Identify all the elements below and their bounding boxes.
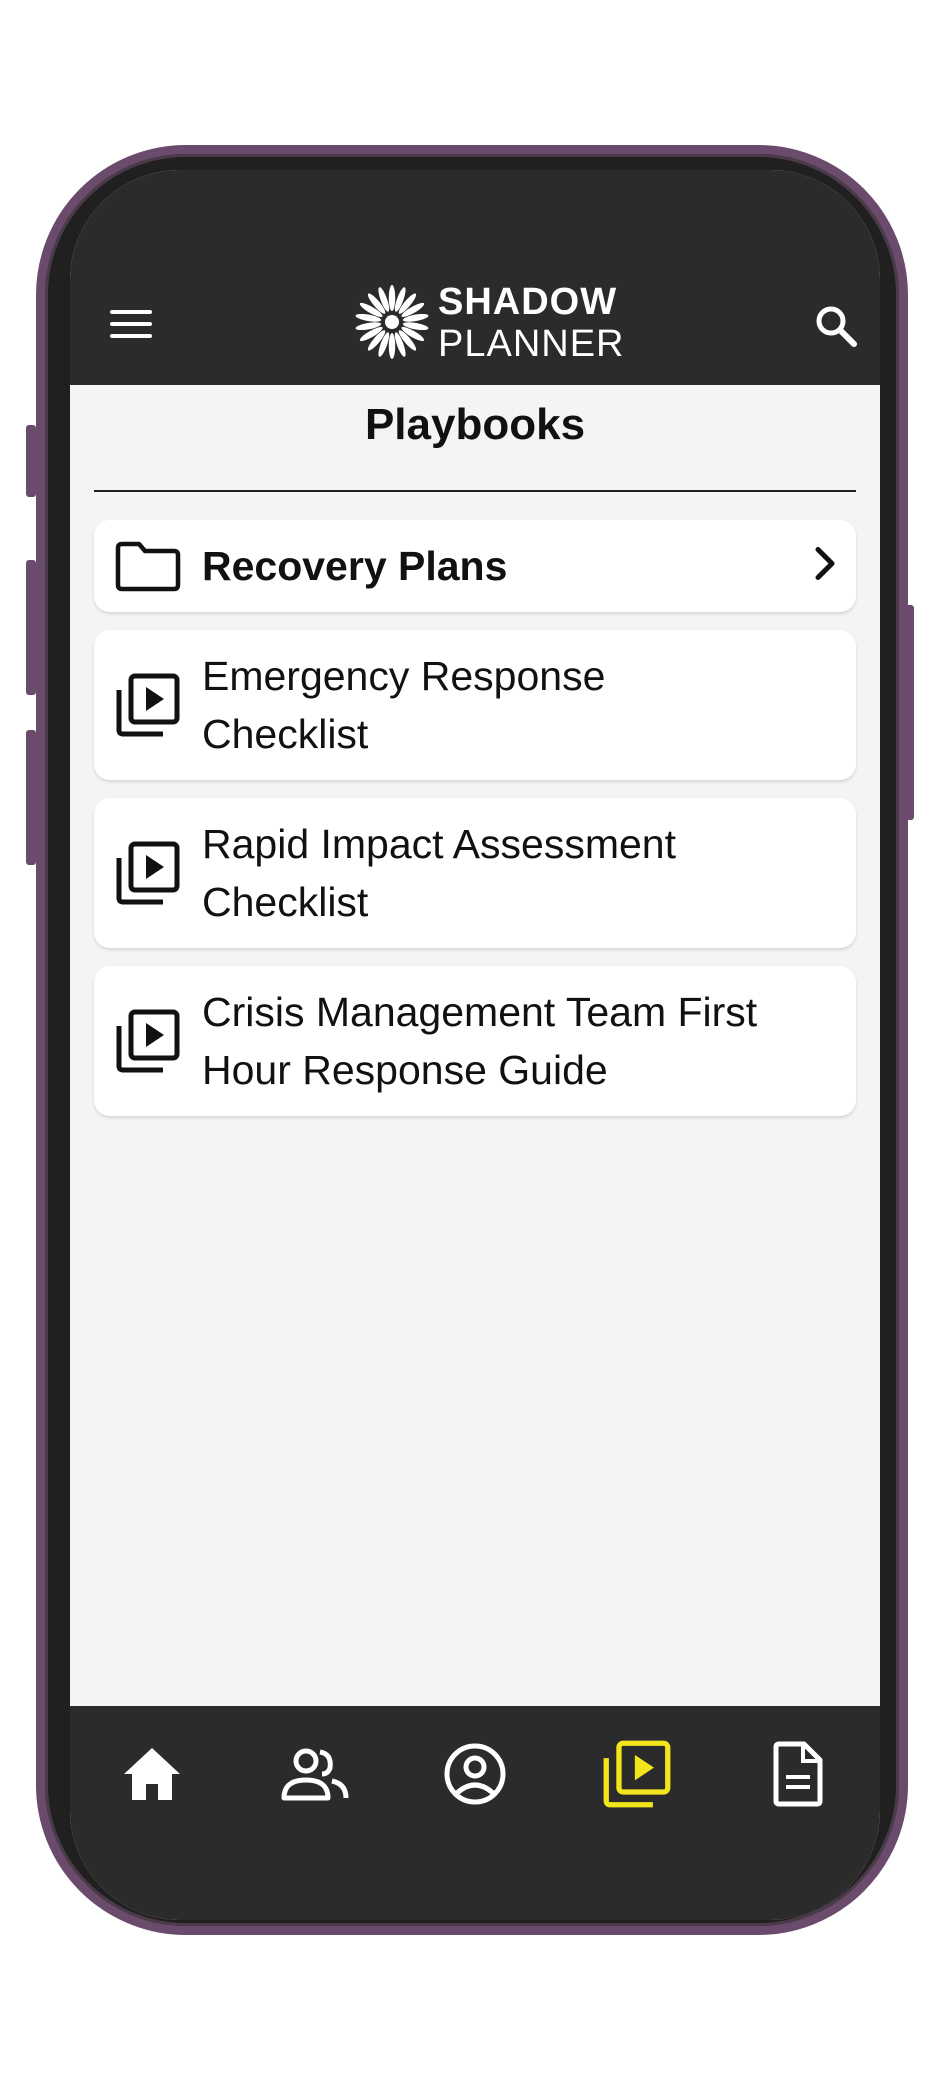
chevron-right-icon: [812, 544, 838, 589]
nav-playbooks[interactable]: [597, 1734, 677, 1814]
video-library-icon: [108, 1008, 188, 1074]
phone-side-button: [904, 605, 914, 820]
home-icon: [124, 1748, 180, 1800]
search-icon[interactable]: [812, 302, 860, 350]
bottom-nav: [70, 1706, 880, 1920]
folder-item-label: Recovery Plans: [202, 543, 508, 589]
video-library-icon: [108, 840, 188, 906]
phone-side-button: [26, 425, 36, 497]
nav-profile[interactable]: [435, 1734, 515, 1814]
playbook-item-label: Rapid Impact Assessment Checklist: [202, 821, 676, 925]
video-library-icon: [108, 672, 188, 738]
nav-home[interactable]: [112, 1734, 192, 1814]
nav-people[interactable]: [274, 1734, 354, 1814]
shadow-planner-logo: SHADOW PLANNER: [353, 283, 633, 363]
logo-text-planner: PLANNER: [438, 323, 625, 365]
account-circle-icon: [444, 1743, 506, 1805]
playbook-item-label: Crisis Management Team First Hour Respon…: [202, 989, 758, 1093]
folder-item-recovery-plans[interactable]: Recovery Plans: [94, 520, 856, 612]
playbook-item-label: Emergency Response Checklist: [202, 653, 606, 757]
folder-icon: [108, 540, 188, 592]
video-library-icon: [603, 1740, 671, 1808]
playbook-item[interactable]: Emergency Response Checklist: [94, 630, 856, 780]
phone-side-button: [26, 560, 36, 695]
phone-side-button: [26, 730, 36, 865]
people-icon: [281, 1748, 349, 1801]
menu-icon[interactable]: [110, 310, 152, 340]
title-divider: [94, 490, 856, 492]
playbook-item[interactable]: Crisis Management Team First Hour Respon…: [94, 966, 856, 1116]
nav-documents[interactable]: [758, 1734, 838, 1814]
app-header: SHADOW PLANNER: [70, 170, 880, 385]
app-screen: SHADOW PLANNER Playbooks Recovery Plans: [70, 170, 880, 1920]
document-icon: [773, 1741, 823, 1807]
sunburst-logo-icon: [355, 285, 429, 359]
logo-text-shadow: SHADOW: [438, 281, 618, 323]
playbook-item[interactable]: Rapid Impact Assessment Checklist: [94, 798, 856, 948]
page-title: Playbooks: [364, 400, 586, 449]
